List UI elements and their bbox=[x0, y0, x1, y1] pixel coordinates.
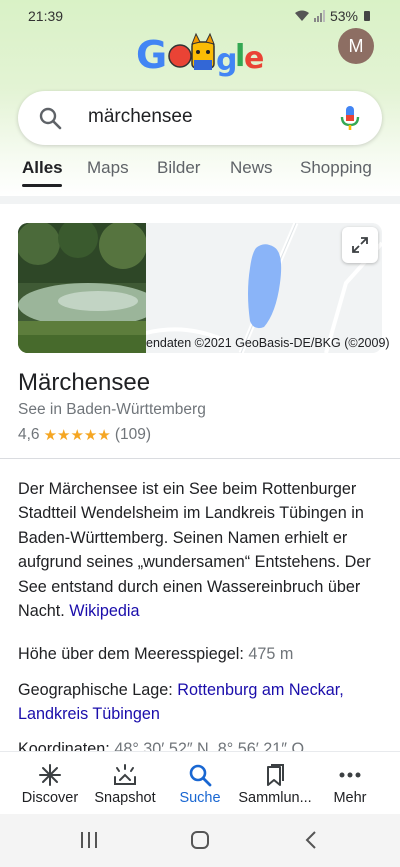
fact-elevation-value: 475 m bbox=[248, 645, 294, 663]
review-count[interactable]: (109) bbox=[115, 426, 151, 444]
section-divider bbox=[0, 196, 400, 204]
lake-photo[interactable] bbox=[18, 223, 146, 353]
wifi-icon bbox=[294, 10, 309, 21]
entity-description: Der Märchensee ist ein See beim Rottenbu… bbox=[18, 477, 388, 623]
signal-icon bbox=[313, 10, 325, 22]
home-icon[interactable] bbox=[190, 830, 210, 850]
nav-sammlungen[interactable]: Sammlun... bbox=[235, 752, 315, 815]
fact-elevation: Höhe über dem Meeresspiegel: 475 m bbox=[18, 642, 293, 666]
map-attribution: endaten ©2021 GeoBasis-DE/BKG (©2009) bbox=[146, 336, 390, 350]
bottom-navigation: Discover Snapshot Suche Sammlun... Mehr bbox=[0, 751, 400, 814]
asterisk-icon bbox=[39, 764, 61, 786]
rating-row[interactable]: 4,6 ★★★★★ (109) bbox=[18, 426, 151, 444]
star-rating-icon: ★★★★★ bbox=[43, 427, 111, 444]
lake-photo-image bbox=[18, 223, 146, 353]
fact-location: Geographische Lage: Rottenburg am Neckar… bbox=[18, 678, 388, 726]
fact-coordinates-label: Koordinaten: bbox=[18, 740, 110, 751]
status-time: 21:39 bbox=[28, 8, 64, 24]
nav-mehr-label: Mehr bbox=[333, 790, 367, 806]
nav-sammlungen-label: Sammlun... bbox=[238, 790, 312, 806]
tab-news[interactable]: News bbox=[230, 158, 273, 178]
svg-text:e: e bbox=[244, 41, 264, 76]
nav-discover[interactable]: Discover bbox=[10, 752, 90, 815]
search-query[interactable]: märchensee bbox=[88, 106, 193, 128]
avatar-letter: M bbox=[348, 35, 364, 56]
google-doodle-logo[interactable]: G g l e bbox=[136, 28, 266, 78]
wikipedia-link[interactable]: Wikipedia bbox=[69, 602, 139, 620]
active-tab-indicator bbox=[22, 184, 62, 187]
fact-elevation-label: Höhe über dem Meeresspiegel: bbox=[18, 645, 244, 663]
recent-apps-icon[interactable] bbox=[80, 830, 98, 850]
nav-suche-label: Suche bbox=[179, 790, 221, 806]
snapshot-icon bbox=[114, 764, 136, 785]
expand-icon bbox=[352, 237, 368, 253]
search-icon[interactable] bbox=[38, 106, 62, 130]
more-dots-icon bbox=[339, 772, 361, 778]
nav-snapshot[interactable]: Snapshot bbox=[85, 752, 165, 815]
microphone-icon[interactable] bbox=[340, 105, 360, 131]
tab-bilder[interactable]: Bilder bbox=[157, 158, 200, 178]
battery-icon bbox=[364, 11, 370, 21]
search-bar[interactable]: märchensee bbox=[18, 91, 382, 145]
description-text: Der Märchensee ist ein See beim Rottenbu… bbox=[18, 480, 371, 621]
back-icon[interactable] bbox=[304, 830, 318, 850]
nav-snapshot-label: Snapshot bbox=[94, 790, 156, 806]
search-tabs: Alles Maps Bilder News Shopping bbox=[0, 158, 400, 188]
system-navigation-bar bbox=[0, 814, 400, 867]
status-bar: 21:39 53% bbox=[0, 8, 400, 28]
nav-mehr[interactable]: Mehr bbox=[310, 752, 390, 815]
expand-map-button[interactable] bbox=[342, 227, 378, 263]
nav-discover-label: Discover bbox=[21, 790, 79, 806]
card-divider bbox=[0, 458, 400, 459]
entity-title: Märchensee bbox=[18, 369, 151, 396]
bookmark-icon bbox=[267, 764, 284, 786]
tab-shopping[interactable]: Shopping bbox=[300, 158, 372, 178]
fact-coordinates: Koordinaten: 48° 30′ 52″ N, 8° 56′ 21″ O bbox=[18, 737, 304, 751]
entity-subtitle: See in Baden-Württemberg bbox=[18, 401, 206, 418]
fact-location-label: Geographische Lage: bbox=[18, 681, 173, 699]
tab-maps[interactable]: Maps bbox=[87, 158, 129, 178]
location-link-landkreis[interactable]: Landkreis Tübingen bbox=[18, 705, 160, 723]
account-avatar[interactable]: M bbox=[338, 28, 374, 64]
status-icons: 53% bbox=[294, 8, 370, 24]
rating-value: 4,6 bbox=[18, 426, 40, 443]
search-icon bbox=[189, 764, 212, 787]
location-link-rottenburg[interactable]: Rottenburg am Neckar, bbox=[177, 681, 343, 699]
nav-suche[interactable]: Suche bbox=[160, 752, 240, 815]
svg-text:G: G bbox=[136, 33, 167, 77]
fact-coordinates-value: 48° 30′ 52″ N, 8° 56′ 21″ O bbox=[114, 740, 305, 751]
tab-alles[interactable]: Alles bbox=[22, 158, 63, 178]
battery-percent: 53% bbox=[329, 8, 358, 24]
